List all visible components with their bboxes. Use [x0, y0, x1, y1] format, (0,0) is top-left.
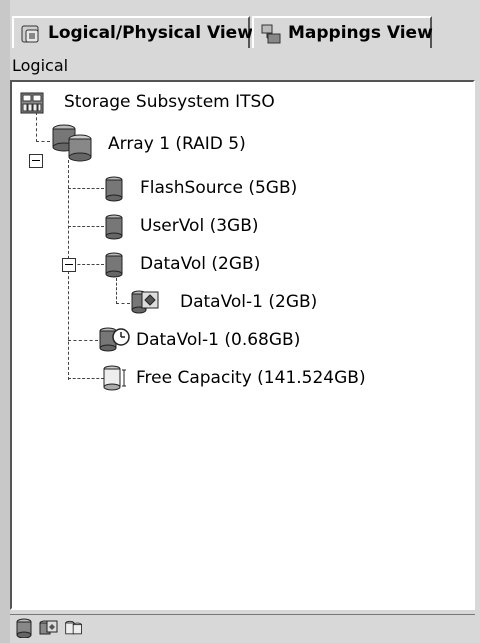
storage-manager-window: Logical/Physical View Mappings View Logi…	[0, 0, 480, 643]
volume-status-icon[interactable]	[14, 618, 34, 638]
logical-view-icon	[21, 25, 39, 43]
status-bar	[10, 614, 475, 641]
logical-tree-panel[interactable]: Storage Subsystem ITSO Array 1 (RAID 5) …	[10, 80, 475, 610]
datavol-1-copy-label: DataVol-1 (2GB)	[180, 292, 318, 312]
storage-subsystem-label: Storage Subsystem ITSO	[64, 92, 275, 112]
tree-connector	[68, 188, 104, 189]
tree-connector	[116, 303, 130, 304]
tree-connector	[68, 226, 104, 227]
capacity-status-icon[interactable]	[64, 618, 84, 638]
tree-connector	[116, 278, 117, 304]
datavol-1-repository-label: DataVol-1 (0.68GB)	[136, 330, 301, 350]
flashcopy-repository-icon	[99, 327, 130, 352]
left-window-edge	[0, 0, 10, 643]
collapse-datavol-toggle[interactable]	[62, 258, 76, 272]
tab-logical-physical-label: Logical/Physical View	[48, 23, 253, 43]
tree-connector	[68, 378, 104, 379]
datavol-label: DataVol (2GB)	[140, 254, 261, 274]
tab-logical-physical-view[interactable]: Logical/Physical View	[12, 16, 253, 48]
storage-subsystem-icon	[20, 92, 44, 114]
uservol-label: UserVol (3GB)	[140, 216, 259, 236]
free-capacity-label: Free Capacity (141.524GB)	[136, 368, 366, 388]
collapse-array-toggle[interactable]	[29, 154, 43, 168]
flashsource-label: FlashSource (5GB)	[140, 178, 298, 198]
array-label: Array 1 (RAID 5)	[108, 134, 246, 154]
tab-mappings-view[interactable]: Mappings View	[252, 16, 433, 48]
copy-status-icon[interactable]	[38, 618, 58, 638]
tree-connector	[36, 112, 37, 142]
free-capacity-icon	[103, 365, 126, 391]
volume-icon	[105, 252, 123, 278]
mappings-view-icon	[261, 24, 281, 44]
array-icon	[52, 124, 92, 162]
tree-connector	[36, 141, 50, 142]
tab-mappings-label: Mappings View	[288, 23, 433, 43]
volume-copy-icon	[131, 290, 159, 314]
volume-icon	[105, 176, 123, 202]
tree-connector	[68, 340, 98, 341]
volume-icon	[105, 214, 123, 240]
section-label: Logical	[12, 56, 69, 75]
